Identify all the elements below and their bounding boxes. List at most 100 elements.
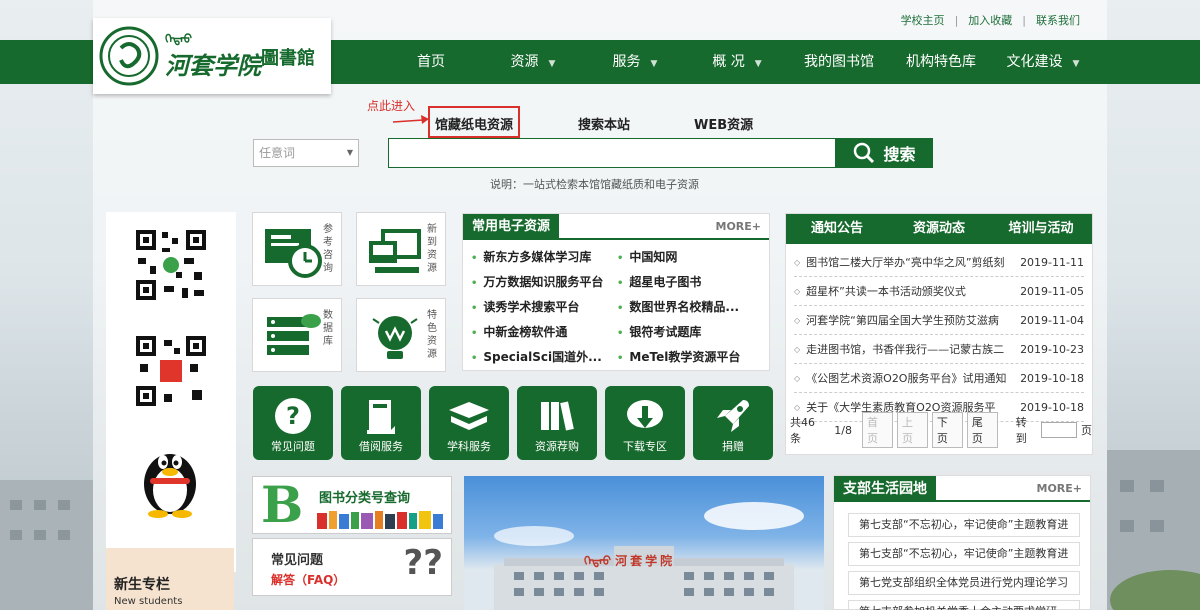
pager-total: 共46条: [790, 416, 815, 445]
list-item[interactable]: 《公图艺术资源O2O服务平台》试用通知 2019-10-18: [794, 364, 1084, 393]
search-button[interactable]: 搜索: [836, 138, 933, 168]
search-input[interactable]: [388, 138, 836, 168]
tile-database[interactable]: 数据库: [252, 298, 342, 372]
svg-text:?: ?: [286, 402, 300, 430]
search-icon: [854, 142, 875, 164]
nav-resources[interactable]: 资源 ▼: [482, 40, 584, 84]
nav-label: 我的图书馆: [804, 54, 874, 70]
eresources-title: 常用电子资源: [463, 214, 560, 240]
tab-collection-resources[interactable]: 馆藏纸电资源: [428, 106, 521, 138]
list-item[interactable]: 第七支部“不忘初心，牢记使命”主题教育进: [848, 513, 1080, 537]
chevron-down-icon: ▼: [548, 59, 556, 69]
service-download-button[interactable]: 下载专区: [605, 386, 685, 460]
list-item[interactable]: 第七支部“不忘初心，牢记使命”主题教育进: [848, 542, 1080, 566]
service-faq-button[interactable]: ? 常见问题: [253, 386, 333, 460]
tile-label: 参考咨询: [323, 224, 333, 274]
notice-title: 图书馆二楼大厅举办“亮中华之风”剪纸刻: [806, 256, 1005, 269]
nav-label: 概 况: [712, 54, 745, 70]
question-marks-icon: ??: [403, 543, 443, 583]
cloud-download-icon: [627, 400, 663, 428]
banner-title: 图书分类号查询: [319, 491, 411, 506]
click-hint-annotation: 点此进入: [367, 99, 416, 113]
nav-label: 服务: [612, 54, 641, 70]
tile-reference-consulting[interactable]: 参考咨询: [252, 212, 342, 286]
nav-institution-db[interactable]: 机构特色库: [890, 40, 992, 84]
notice-date: 2019-10-18: [1020, 371, 1084, 385]
nav-home[interactable]: 首页: [380, 40, 482, 84]
list-item[interactable]: 河套学院“第四届全国大学生预防艾滋病 2019-11-04: [794, 306, 1084, 335]
notice-date: 2019-11-05: [1020, 284, 1084, 298]
nav-label: 文化建设: [1006, 54, 1063, 70]
list-item[interactable]: 走进图书馆，书香伴我行——记蒙古族二 2019-10-23: [794, 335, 1084, 364]
list-item[interactable]: MeTel教学资源平台: [617, 348, 767, 365]
service-label: 借阅服务: [359, 440, 403, 453]
notice-title: 走进图书馆，书香伴我行——记蒙古族二: [806, 343, 1005, 356]
tile-label: 特色资源: [427, 310, 437, 360]
tab-resource-news[interactable]: 资源动态: [888, 214, 990, 244]
nav-overview[interactable]: 概 况 ▼: [686, 40, 788, 84]
list-item[interactable]: 第七党支部组织全体党员进行党内理论学习: [848, 571, 1080, 595]
list-item[interactable]: 读秀学术搜索平台: [471, 298, 617, 315]
pager-next-button[interactable]: 下页: [931, 412, 963, 448]
list-item[interactable]: 超星电子图书: [617, 273, 767, 290]
service-subject-button[interactable]: 学科服务: [429, 386, 509, 460]
college-emblem-icon: [99, 26, 159, 86]
pager-goto-input[interactable]: [1040, 422, 1078, 438]
list-item[interactable]: 超星杯”共读一本书活动颁奖仪式 2019-11-05: [794, 277, 1084, 306]
campus-sign-text: ᠬᠡᠲᠠᠣ 河套学院: [584, 554, 676, 568]
list-item[interactable]: 中国知网: [617, 248, 767, 265]
list-item[interactable]: 数图世界名校精品...: [617, 298, 767, 315]
new-students-banner[interactable]: 新生专栏 New students: [106, 548, 234, 610]
service-label: 下载专区: [623, 440, 667, 453]
nav-services[interactable]: 服务 ▼: [584, 40, 686, 84]
party-branch-panel: 支部生活园地 MORE+ 第七支部“不忘初心，牢记使命”主题教育进 第七支部“不…: [833, 475, 1091, 610]
tile-new-resources[interactable]: 新到资源: [356, 212, 446, 286]
contact-link[interactable]: 联系我们: [1036, 14, 1080, 27]
notice-list: 图书馆二楼大厅举办“亮中华之风”剪纸刻 2019-11-11 超星杯”共读一本书活…: [786, 244, 1092, 422]
search-scope-select[interactable]: 任意词 ▼: [253, 139, 359, 167]
nav-culture[interactable]: 文化建设 ▼: [992, 40, 1094, 84]
tile-label: 数据库: [323, 310, 333, 347]
consult-clock-icon: [265, 229, 322, 278]
eresources-more-link[interactable]: MORE+: [716, 220, 762, 233]
pager-first-button[interactable]: 首页: [861, 412, 893, 448]
list-item[interactable]: 中新金榜软件通: [471, 323, 617, 340]
tile-special-resources[interactable]: 特色资源: [356, 298, 446, 372]
tab-training-events[interactable]: 培训与活动: [990, 214, 1092, 244]
qr-panel: [106, 212, 236, 572]
service-recommend-button[interactable]: 资源荐购: [517, 386, 597, 460]
site-logo[interactable]: ᠬᠡᠲᠠᠣ 河套学院 圖書館: [93, 18, 331, 94]
service-donate-button[interactable]: 捐赠: [693, 386, 773, 460]
faq-banner[interactable]: 常见问题 解答（FAQ） ??: [252, 538, 452, 596]
list-item[interactable]: 图书馆二楼大厅举办“亮中华之风”剪纸刻 2019-11-11: [794, 248, 1084, 277]
service-label: 学科服务: [447, 440, 491, 453]
school-home-link[interactable]: 学校主页: [901, 14, 945, 27]
list-item[interactable]: 万方数据知识服务平台: [471, 273, 617, 290]
list-item[interactable]: 第七支部参加机关党委十会主动要求学研: [848, 600, 1080, 610]
notice-title: 超星杯”共读一本书活动颁奖仪式: [806, 285, 966, 298]
nav-label: 首页: [417, 54, 445, 70]
tab-notices[interactable]: 通知公告: [786, 214, 888, 244]
pager-last-button[interactable]: 尾页: [966, 412, 998, 448]
notice-date: 2019-11-11: [1020, 255, 1084, 269]
party-header: 支部生活园地 MORE+: [834, 476, 1090, 502]
list-item[interactable]: SpecialSci国道外...: [471, 348, 617, 365]
notice-date: 2019-11-04: [1020, 313, 1084, 327]
wechat-qr-icon: [134, 228, 208, 302]
faq-banner-title: 常见问题: [271, 553, 324, 568]
new-students-subtitle: New students: [114, 596, 183, 607]
pager-prev-button[interactable]: 上页: [896, 412, 928, 448]
nav-my-library[interactable]: 我的图书馆: [788, 40, 890, 84]
party-more-link[interactable]: MORE+: [1037, 482, 1083, 495]
add-favorite-link[interactable]: 加入收藏: [968, 14, 1012, 27]
service-borrow-button[interactable]: 借阅服务: [341, 386, 421, 460]
classification-lookup-banner[interactable]: B 图书分类号查询: [252, 476, 452, 534]
list-item[interactable]: 新东方多媒体学习库: [471, 248, 617, 265]
search-button-label: 搜索: [883, 145, 916, 164]
campus-photo: ᠬᠡᠲᠠᠣ 河套学院: [464, 476, 824, 610]
tab-site-search[interactable]: 搜索本站: [572, 106, 636, 138]
service-label: 捐赠: [722, 440, 744, 453]
qq-penguin-icon: [144, 454, 196, 518]
list-item[interactable]: 银符考试题库: [617, 323, 767, 340]
tab-web-resources[interactable]: WEB资源: [688, 106, 759, 138]
